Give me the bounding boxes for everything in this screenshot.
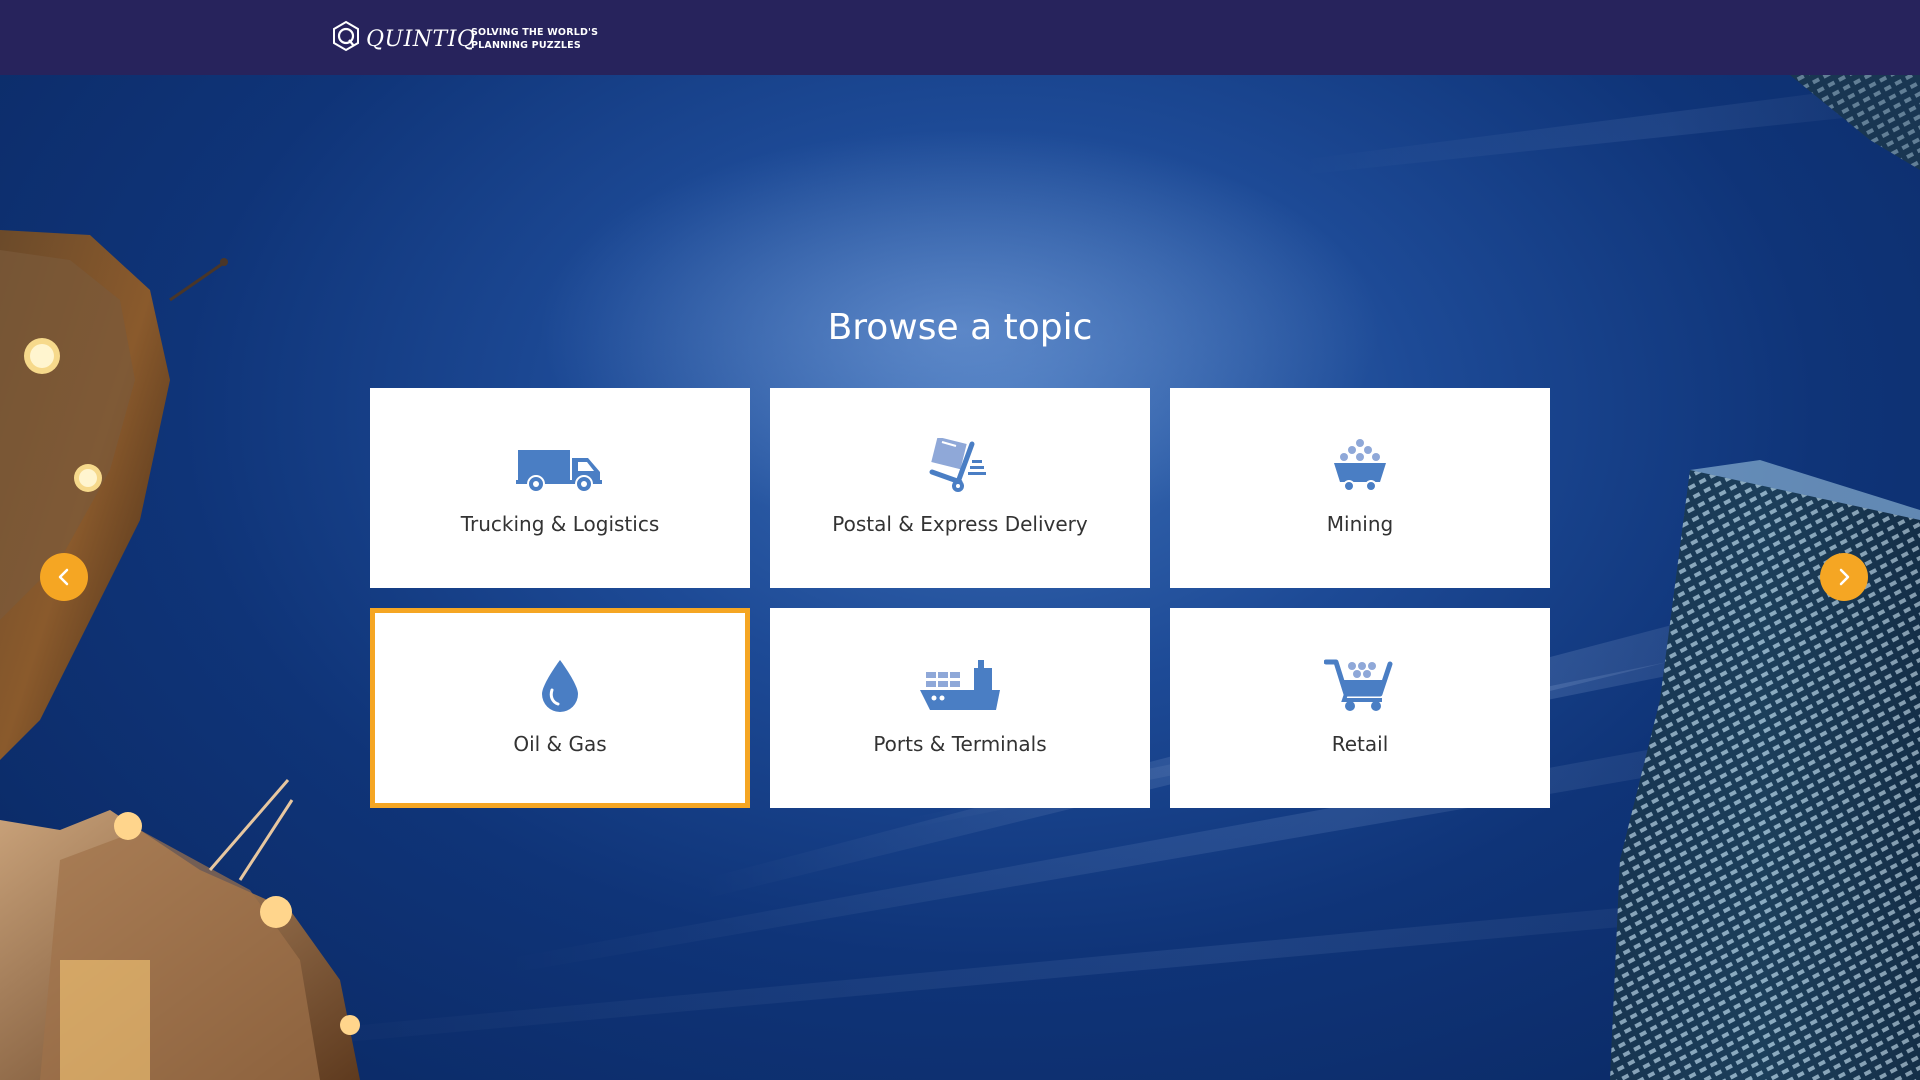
tile-label: Oil & Gas [513,732,607,756]
tagline-line-2: PLANNING PUZZLES [471,40,581,51]
topic-tile-mining[interactable]: Mining [1170,388,1550,588]
next-button[interactable] [1820,553,1868,601]
chevron-left-icon [58,568,69,586]
topic-tile-postal[interactable]: Postal & Express Delivery [770,388,1150,588]
previous-button[interactable] [40,553,88,601]
hand-truck-icon [928,438,992,494]
topic-tile-retail[interactable]: Retail [1170,608,1550,808]
shopping-cart-icon [1324,658,1396,714]
chevron-right-icon [1839,568,1850,586]
tile-label: Ports & Terminals [873,732,1047,756]
top-header-bar: QUINTIQ SOLVING THE WORLD'S PLANNING PUZ… [0,0,1920,75]
quintiq-logo[interactable]: QUINTIQ [330,20,475,52]
page-title: Browse a topic [827,307,1093,348]
tile-label: Trucking & Logistics [460,512,660,536]
tile-label: Postal & Express Delivery [832,512,1088,536]
mine-cart-icon [1332,438,1388,494]
truck-icon [516,438,604,494]
tagline: SOLVING THE WORLD'S PLANNING PUZZLES [471,26,598,52]
logo-text: QUINTIQ [366,26,476,52]
logo-mark-icon [333,20,359,52]
tile-label: Retail [1331,732,1389,756]
tile-label: Mining [1326,512,1394,536]
cargo-ship-icon [918,658,1002,714]
oil-drop-icon [538,658,582,714]
topic-tile-ports[interactable]: Ports & Terminals [770,608,1150,808]
tagline-line-1: SOLVING THE WORLD'S [471,27,599,38]
topic-grid: Trucking & Logistics Postal & Express De… [370,388,1550,808]
topic-tile-trucking[interactable]: Trucking & Logistics [370,388,750,588]
topic-tile-oil-gas[interactable]: Oil & Gas [370,608,750,808]
